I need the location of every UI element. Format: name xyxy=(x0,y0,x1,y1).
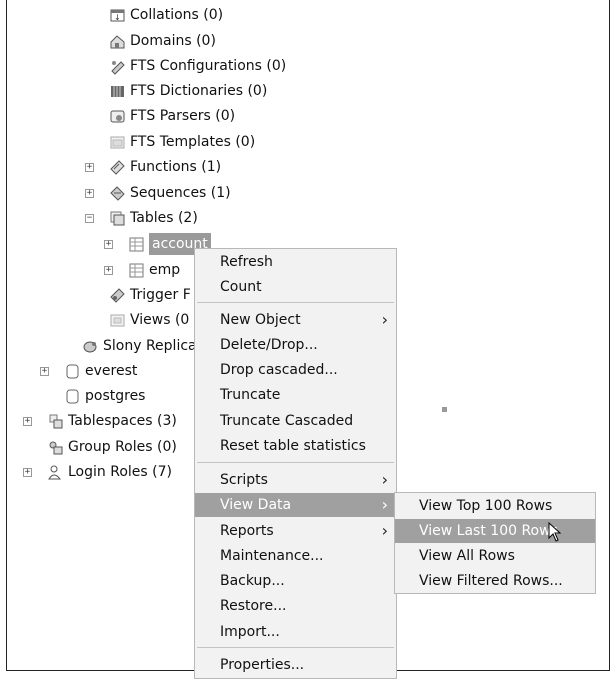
tree-item-label: Sequences (1) xyxy=(130,185,231,201)
menu-item-truncate-cascaded[interactable]: Truncate Cascaded xyxy=(195,409,396,433)
menu-item-backup[interactable]: Backup... xyxy=(195,569,396,593)
collations-icon: ↓ xyxy=(109,7,126,24)
tree-item-everest[interactable]: + everest xyxy=(40,360,138,382)
context-menu: Refresh Count New Object › Delete/Drop..… xyxy=(194,248,397,679)
tree-item-tablespaces[interactable]: + Tablespaces (3) xyxy=(23,410,177,432)
tree-item-label: everest xyxy=(85,363,138,379)
tree-item-label: Views (0 xyxy=(130,312,190,328)
tree-item-label: Tables (2) xyxy=(130,210,198,226)
fts-dict-icon xyxy=(109,83,126,100)
tree-item-views[interactable]: Views (0 xyxy=(109,309,189,331)
slony-icon xyxy=(82,338,99,355)
submenu-item-view-top-100[interactable]: View Top 100 Rows xyxy=(395,494,595,518)
database-icon xyxy=(64,363,81,380)
tree-item-label: Domains (0) xyxy=(130,33,216,49)
login-roles-icon xyxy=(47,464,64,481)
tree-item-label: Group Roles (0) xyxy=(68,439,177,455)
expand-icon[interactable]: + xyxy=(23,417,32,426)
menu-separator xyxy=(197,462,394,463)
tree-item-fts-configurations[interactable]: FTS Configurations (0) xyxy=(109,55,286,77)
tree-item-postgres[interactable]: postgres xyxy=(64,385,145,407)
menu-item-label: Scripts xyxy=(220,472,268,488)
fts-parser-icon xyxy=(109,108,126,125)
menu-item-delete-drop[interactable]: Delete/Drop... xyxy=(195,333,396,357)
functions-icon xyxy=(109,159,126,176)
domains-icon xyxy=(109,33,126,50)
tree-item-label: Trigger F xyxy=(130,287,191,303)
tree-item-label: Functions (1) xyxy=(130,159,222,175)
database-icon xyxy=(64,388,81,405)
tables-icon xyxy=(109,210,126,227)
views-icon xyxy=(109,312,126,329)
tree-item-label: Slony Replica xyxy=(103,338,197,354)
menu-separator xyxy=(197,647,394,648)
menu-item-properties[interactable]: Properties... xyxy=(195,653,396,677)
tree-item-label: Collations (0) xyxy=(130,7,224,23)
group-roles-icon xyxy=(47,439,64,456)
menu-item-label: View Data xyxy=(220,497,292,513)
menu-item-restore[interactable]: Restore... xyxy=(195,594,396,618)
tree-item-functions[interactable]: + Functions (1) xyxy=(85,156,222,178)
menu-item-label: New Object xyxy=(220,312,301,328)
chevron-right-icon: › xyxy=(381,470,388,489)
tree-item-fts-dictionaries[interactable]: FTS Dictionaries (0) xyxy=(109,80,267,102)
expand-icon[interactable]: + xyxy=(104,266,113,275)
tree-item-group-roles[interactable]: Group Roles (0) xyxy=(47,436,177,458)
tree-item-fts-templates[interactable]: FTS Templates (0) xyxy=(109,131,255,153)
table-icon xyxy=(128,262,145,279)
tree-item-label: postgres xyxy=(85,388,146,404)
expand-icon[interactable]: + xyxy=(85,163,94,172)
tree-item-label: Tablespaces (3) xyxy=(68,413,177,429)
tree-item-login-roles[interactable]: + Login Roles (7) xyxy=(23,461,172,483)
tree-item-domains[interactable]: Domains (0) xyxy=(109,30,216,52)
submenu-item-view-all[interactable]: View All Rows xyxy=(395,544,595,568)
sequences-icon xyxy=(109,185,126,202)
svg-text:↓: ↓ xyxy=(114,13,121,22)
collapse-icon[interactable]: − xyxy=(85,214,94,223)
tree-item-label: FTS Parsers (0) xyxy=(130,108,236,124)
tree-item-tables[interactable]: − Tables (2) xyxy=(85,207,198,229)
expand-icon[interactable]: + xyxy=(85,189,94,198)
tree-item-trigger-functions[interactable]: Trigger F xyxy=(109,284,191,306)
tree-item-fts-parsers[interactable]: FTS Parsers (0) xyxy=(109,105,235,127)
menu-item-reports[interactable]: Reports › xyxy=(195,519,396,543)
menu-item-maintenance[interactable]: Maintenance... xyxy=(195,544,396,568)
expand-icon[interactable]: + xyxy=(23,468,32,477)
view-data-submenu: View Top 100 Rows View Last 100 Rows Vie… xyxy=(394,492,596,594)
tree-item-slony-replication[interactable]: Slony Replica xyxy=(82,335,197,357)
menu-item-scripts[interactable]: Scripts › xyxy=(195,468,396,492)
tree-item-label: FTS Templates (0) xyxy=(130,134,256,150)
mouse-cursor-icon xyxy=(548,521,562,546)
menu-item-label: Reports xyxy=(220,523,274,539)
menu-item-reset-stats[interactable]: Reset table statistics xyxy=(195,434,396,458)
tree-item-label: Login Roles (7) xyxy=(68,464,172,480)
table-icon xyxy=(128,236,145,253)
fts-template-icon xyxy=(109,134,126,151)
tree-item-collations[interactable]: ↓ Collations (0) xyxy=(109,4,223,26)
tablespaces-icon xyxy=(47,413,64,430)
chevron-right-icon: › xyxy=(381,495,388,514)
tree-item-sequences[interactable]: + Sequences (1) xyxy=(85,182,231,204)
menu-separator xyxy=(197,302,394,303)
expand-icon[interactable]: + xyxy=(40,367,49,376)
submenu-item-view-last-100[interactable]: View Last 100 Rows xyxy=(395,519,595,543)
chevron-right-icon: › xyxy=(381,310,388,329)
menu-item-new-object[interactable]: New Object › xyxy=(195,308,396,332)
stray-dot xyxy=(442,407,447,412)
tree-item-emp[interactable]: + emp xyxy=(104,259,181,281)
trigger-functions-icon xyxy=(109,287,126,304)
menu-item-drop-cascaded[interactable]: Drop cascaded... xyxy=(195,358,396,382)
menu-item-refresh[interactable]: Refresh xyxy=(195,250,396,274)
tree-item-label: FTS Dictionaries (0) xyxy=(130,83,268,99)
submenu-item-view-filtered[interactable]: View Filtered Rows... xyxy=(395,569,595,593)
menu-item-view-data[interactable]: View Data › xyxy=(195,493,396,517)
expand-icon[interactable]: + xyxy=(104,240,113,249)
tree-item-label: emp xyxy=(149,262,181,278)
menu-item-truncate[interactable]: Truncate xyxy=(195,383,396,407)
menu-item-import[interactable]: Import... xyxy=(195,620,396,644)
menu-item-count[interactable]: Count xyxy=(195,275,396,299)
tree-item-label: FTS Configurations (0) xyxy=(130,58,287,74)
chevron-right-icon: › xyxy=(381,521,388,540)
fts-config-icon xyxy=(109,58,126,75)
